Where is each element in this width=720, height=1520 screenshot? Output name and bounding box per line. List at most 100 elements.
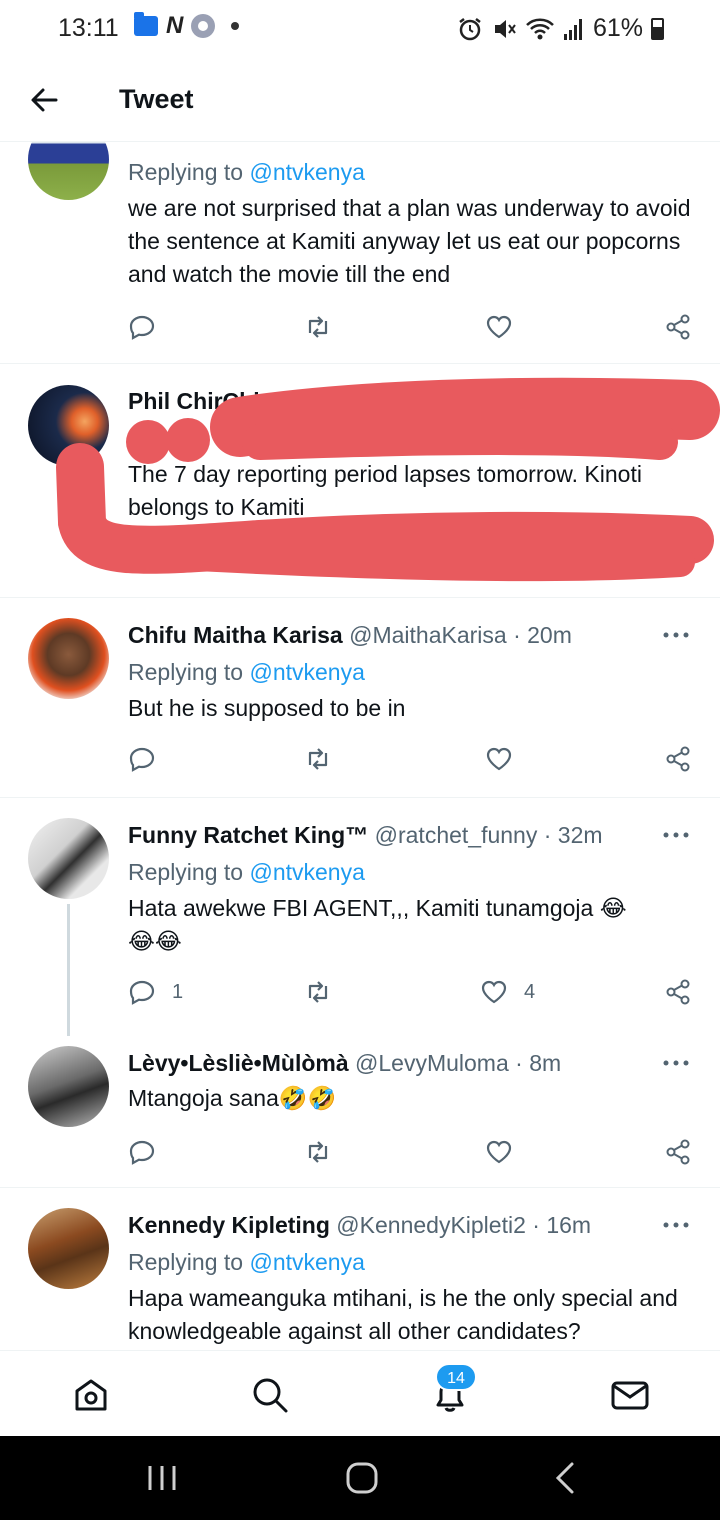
retweet-icon <box>308 316 328 338</box>
signal-icon <box>563 18 582 40</box>
tweet-actions <box>128 311 694 343</box>
home-icon[interactable] <box>69 1373 113 1417</box>
avatar[interactable] <box>28 1208 109 1289</box>
retweet-button[interactable] <box>304 311 332 343</box>
tweet-text: we are not surprised that a plan was und… <box>128 195 691 287</box>
share-button[interactable] <box>664 976 692 1008</box>
like-button[interactable] <box>485 311 513 343</box>
reply-icon <box>129 747 155 772</box>
reply-button[interactable] <box>128 743 156 775</box>
wifi-icon <box>526 18 554 39</box>
like-count: 4 <box>524 980 536 1003</box>
reply-button[interactable]: 1 <box>128 976 183 1008</box>
tweet-text: Hapa wameanguka mtihani, is he the only … <box>128 1285 678 1344</box>
like-button[interactable]: 4 <box>480 976 535 1008</box>
tweet[interactable]: Chifu Maitha Karisa @MaithaKarisa · 20m … <box>0 598 720 798</box>
folder-icon <box>134 12 158 36</box>
tweet-text: Mtangoja sana🤣🤣 <box>128 1085 337 1111</box>
reply-count: 1 <box>172 980 184 1003</box>
replying-to: Replying to @ntvkenya <box>128 159 365 185</box>
retweet-button[interactable] <box>304 743 332 775</box>
tweet-actions: 1 4 <box>128 976 694 1008</box>
like-button[interactable] <box>485 743 513 775</box>
heart-icon <box>486 315 512 339</box>
more-options-icon[interactable] <box>662 630 690 640</box>
reply-feed[interactable]: Replying to @ntvkenya we are not surpris… <box>0 142 720 1350</box>
mention-link[interactable]: @ntvkenya <box>249 159 364 185</box>
avatar[interactable] <box>28 385 109 466</box>
share-button[interactable] <box>664 1136 692 1168</box>
tweet[interactable]: Phil ChirChir @r The 7 day reporting per… <box>0 364 720 598</box>
system-navigation-bar <box>0 1436 720 1520</box>
tweet-author: Phil ChirChir @r <box>128 388 306 414</box>
search-icon[interactable] <box>248 1373 292 1417</box>
share-icon <box>666 1139 690 1165</box>
replying-to: Replying to @ntvkenya <box>128 1249 365 1275</box>
tweet-author: Chifu Maitha Karisa @MaithaKarisa · 20m <box>128 622 572 648</box>
reply-button[interactable] <box>128 311 156 343</box>
retweet-icon <box>308 748 328 770</box>
status-bar: 13:11 N 61% <box>0 0 720 60</box>
heart-icon <box>486 747 512 771</box>
share-button[interactable] <box>664 311 692 343</box>
thread-connector <box>67 904 70 1036</box>
reply-icon <box>129 315 155 340</box>
tweet-actions <box>128 1136 694 1168</box>
notification-badge: 14 <box>435 1363 477 1391</box>
system-icons: 61% <box>457 14 664 43</box>
tweet-author: Kennedy Kipleting @KennedyKipleti2 · 16m <box>128 1212 592 1238</box>
page-title: Tweet <box>119 84 194 114</box>
tweet-author: Lèvy•Lèsliè•Mùlòmà @LevyMuloma · 8m <box>128 1050 562 1076</box>
recent-apps-icon[interactable] <box>142 1458 182 1498</box>
tweet-actions <box>128 743 694 775</box>
tweet-text: The 7 day reporting period lapses tomorr… <box>128 461 642 520</box>
retweet-icon <box>308 1141 328 1163</box>
more-options-icon[interactable] <box>662 1058 690 1068</box>
status-time: 13:11 <box>58 14 119 42</box>
more-options-icon[interactable] <box>662 1220 690 1230</box>
more-notifications-icon <box>231 22 240 30</box>
more-options-icon[interactable] <box>662 830 690 840</box>
tweet[interactable]: Replying to @ntvkenya we are not surpris… <box>0 142 720 364</box>
mention-link[interactable]: @ntvkenya <box>249 659 364 685</box>
mute-icon <box>494 19 516 38</box>
battery-icon <box>651 17 664 40</box>
like-button[interactable] <box>485 1136 513 1168</box>
avatar[interactable] <box>28 618 109 699</box>
reply-icon <box>129 1140 155 1165</box>
replying-to: Replying to @ntvkenya <box>128 659 365 685</box>
home-button-icon[interactable] <box>342 1458 382 1498</box>
notification-icons: N <box>134 12 240 39</box>
avatar[interactable] <box>28 142 109 200</box>
reply-button[interactable] <box>128 1136 156 1168</box>
battery-percent: 61% <box>592 14 643 42</box>
bottom-navigation: 14 <box>0 1350 720 1436</box>
share-icon <box>666 314 690 340</box>
heart-icon <box>481 980 507 1004</box>
back-button-icon[interactable] <box>546 1458 586 1498</box>
tweet[interactable]: Kennedy Kipleting @KennedyKipleti2 · 16m… <box>0 1188 720 1350</box>
share-icon <box>666 979 690 1005</box>
heart-icon <box>486 1140 512 1164</box>
retweet-button[interactable] <box>304 1136 332 1168</box>
tweet-text: Hata awekwe FBI AGENT,,, Kamiti tunamgoj… <box>128 895 627 954</box>
back-arrow-icon[interactable] <box>26 82 62 118</box>
retweet-button[interactable] <box>304 976 332 1008</box>
replying-to: Replying to @ntvkenya <box>128 859 365 885</box>
reply-icon <box>129 980 155 1005</box>
share-icon <box>666 746 690 772</box>
avatar[interactable] <box>28 1046 109 1127</box>
vpn-icon <box>191 14 216 38</box>
mention-link[interactable]: @ntvkenya <box>249 859 364 885</box>
top-app-bar: Tweet <box>0 60 720 142</box>
tweet-text: But he is supposed to be in <box>128 695 406 721</box>
avatar[interactable] <box>28 818 109 899</box>
share-button[interactable] <box>664 743 692 775</box>
tweet-author: Funny Ratchet King™ @ratchet_funny · 32m <box>128 822 603 848</box>
alarm-icon <box>459 17 481 40</box>
n-app-icon: N <box>166 12 184 39</box>
retweet-icon <box>308 981 328 1003</box>
mention-link[interactable]: @ntvkenya <box>249 1249 364 1275</box>
tweet[interactable]: Lèvy•Lèsliè•Mùlòmà @LevyMuloma · 8m Mtan… <box>0 1026 720 1188</box>
messages-icon[interactable] <box>608 1373 652 1417</box>
